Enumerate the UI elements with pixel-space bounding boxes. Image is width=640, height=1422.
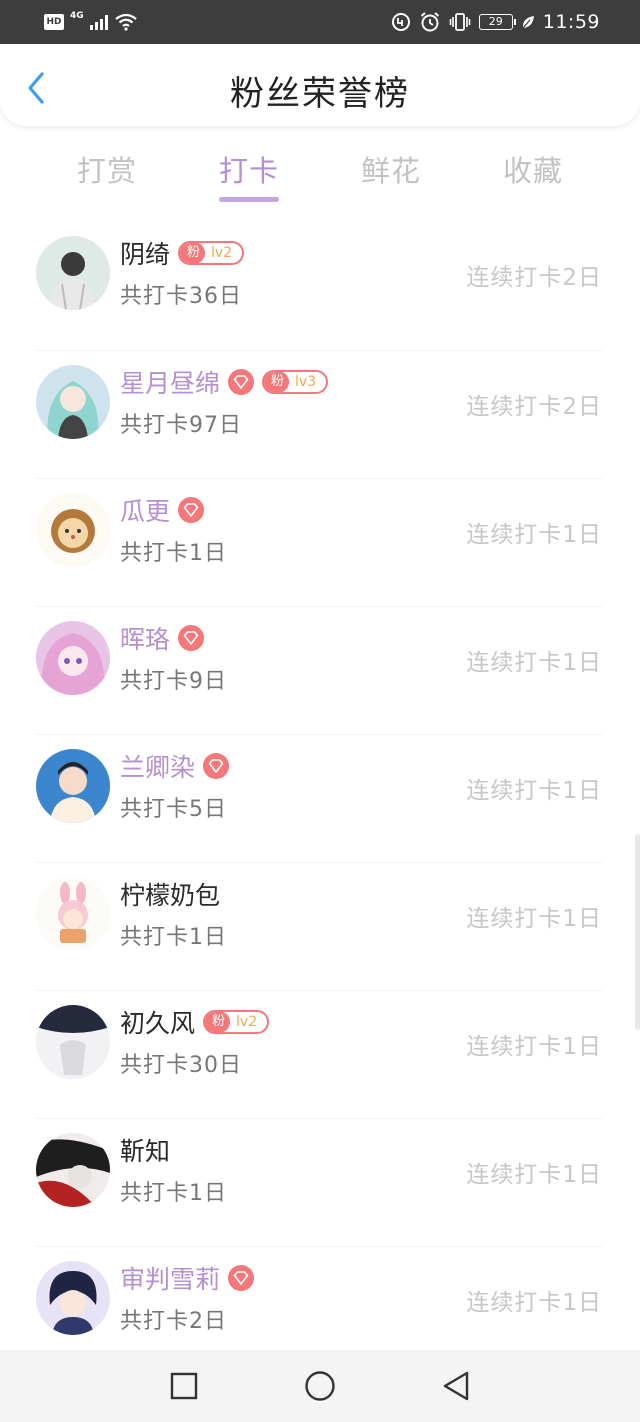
name-line: 审判雪莉: [120, 1260, 255, 1296]
fan-badge-label: 粉: [264, 372, 290, 392]
fan-badge-level: lv3: [295, 374, 317, 390]
list-item[interactable]: 晖珞 共打卡9日 连续打卡1日: [36, 606, 602, 734]
page-title: 粉丝荣誉榜: [230, 74, 410, 114]
fan-list: 阴绮 粉 lv2 共打卡36日 连续打卡2日 星月昼绵 粉 lv3 共打卡97日 连…: [0, 222, 640, 1374]
fan-name[interactable]: 星月昼绵: [120, 364, 220, 400]
avatar[interactable]: [36, 621, 110, 695]
network-type: 4G: [70, 11, 84, 21]
status-bar: HD 4G 29 11:59: [0, 0, 640, 44]
fan-badge-level: lv2: [211, 245, 233, 261]
battery-icon: 29: [478, 14, 516, 30]
clock: 11:59: [542, 11, 600, 33]
fan-name[interactable]: 兰卿染: [120, 748, 195, 784]
tab-checkin[interactable]: 打卡: [178, 140, 320, 204]
name-line: 柠檬奶包: [120, 877, 220, 911]
total-checkin: 共打卡9日: [120, 669, 227, 694]
total-checkin: 共打卡30日: [120, 1053, 242, 1078]
total-checkin: 共打卡36日: [120, 284, 242, 309]
avatar[interactable]: [36, 1005, 110, 1079]
fan-name[interactable]: 阴绮: [120, 235, 170, 271]
circle-icon: [305, 1371, 335, 1401]
streak-checkin: 连续打卡1日: [466, 906, 602, 932]
fan-level-badge: 粉 lv3: [262, 370, 329, 394]
status-right: 29 11:59: [391, 0, 600, 44]
wifi-icon: [114, 13, 138, 31]
streak-checkin: 连续打卡1日: [466, 650, 602, 676]
diamond-icon: [178, 497, 205, 523]
fan-badge-level: lv2: [236, 1014, 258, 1030]
streak-checkin: 连续打卡1日: [466, 1290, 602, 1316]
name-line: 靳知: [120, 1133, 170, 1167]
scrollbar[interactable]: [635, 834, 640, 1030]
tab-flowers[interactable]: 鲜花: [320, 140, 462, 204]
back-nav-button[interactable]: [434, 1364, 478, 1408]
fan-name[interactable]: 初久风: [120, 1004, 195, 1040]
header: 粉丝荣誉榜: [0, 44, 640, 126]
name-line: 阴绮 粉 lv2: [120, 235, 245, 271]
avatar[interactable]: [36, 749, 110, 823]
alarm-icon: [419, 11, 441, 33]
fan-name[interactable]: 晖珞: [120, 620, 170, 656]
streak-checkin: 连续打卡1日: [466, 1162, 602, 1188]
fan-name[interactable]: 审判雪莉: [120, 1260, 220, 1296]
total-checkin: 共打卡5日: [120, 797, 227, 822]
leaf-icon: [521, 14, 535, 30]
total-checkin: 共打卡1日: [120, 541, 227, 566]
streak-checkin: 连续打卡1日: [466, 778, 602, 804]
fan-name[interactable]: 柠檬奶包: [120, 876, 220, 912]
avatar[interactable]: [36, 1133, 110, 1207]
fan-badge-label: 粉: [205, 1012, 231, 1032]
triangle-back-icon: [443, 1371, 469, 1401]
diamond-icon: [203, 753, 230, 779]
list-item[interactable]: 星月昼绵 粉 lv3 共打卡97日 连续打卡2日: [36, 350, 602, 478]
avatar[interactable]: [36, 493, 110, 567]
vibrate-icon: [449, 12, 471, 32]
data-saver-icon: [391, 12, 411, 32]
total-checkin: 共打卡1日: [120, 925, 227, 950]
signal-icon: [89, 14, 108, 30]
list-item[interactable]: 阴绮 粉 lv2 共打卡36日 连续打卡2日: [36, 222, 602, 350]
name-line: 星月昼绵 粉 lv3: [120, 364, 329, 400]
avatar[interactable]: [36, 1261, 110, 1335]
fan-name[interactable]: 靳知: [120, 1132, 170, 1168]
total-checkin: 共打卡1日: [120, 1181, 227, 1206]
fan-level-badge: 粉 lv2: [178, 241, 245, 265]
square-icon: [170, 1372, 198, 1400]
total-checkin: 共打卡2日: [120, 1309, 227, 1334]
diamond-icon: [228, 1265, 255, 1291]
avatar[interactable]: [36, 365, 110, 439]
home-button[interactable]: [298, 1364, 342, 1408]
diamond-icon: [228, 369, 255, 395]
fan-level-badge: 粉 lv2: [203, 1010, 270, 1034]
list-item[interactable]: 柠檬奶包 共打卡1日 连续打卡1日: [36, 862, 602, 990]
fan-name[interactable]: 瓜更: [120, 492, 170, 528]
status-left: HD 4G: [44, 0, 138, 44]
streak-checkin: 连续打卡1日: [466, 522, 602, 548]
diamond-icon: [178, 625, 205, 651]
total-checkin: 共打卡97日: [120, 413, 242, 438]
avatar[interactable]: [36, 877, 110, 951]
streak-checkin: 连续打卡1日: [466, 1034, 602, 1060]
tab-bar: 打赏 打卡 鲜花 收藏: [36, 140, 604, 204]
list-item[interactable]: 初久风 粉 lv2 共打卡30日 连续打卡1日: [36, 990, 602, 1118]
streak-checkin: 连续打卡2日: [466, 265, 602, 291]
name-line: 瓜更: [120, 492, 205, 528]
name-line: 兰卿染: [120, 748, 230, 784]
tab-favorites[interactable]: 收藏: [462, 140, 604, 204]
fan-badge-label: 粉: [180, 243, 206, 263]
avatar[interactable]: [36, 236, 110, 310]
list-item[interactable]: 兰卿染 共打卡5日 连续打卡1日: [36, 734, 602, 862]
name-line: 晖珞: [120, 620, 205, 656]
hd-icon: HD: [44, 14, 64, 30]
name-line: 初久风 粉 lv2: [120, 1004, 270, 1040]
list-item[interactable]: 瓜更 共打卡1日 连续打卡1日: [36, 478, 602, 606]
system-nav-bar: [0, 1350, 640, 1422]
streak-checkin: 连续打卡2日: [466, 394, 602, 420]
recents-button[interactable]: [162, 1364, 206, 1408]
list-item[interactable]: 靳知 共打卡1日 连续打卡1日: [36, 1118, 602, 1246]
tab-reward[interactable]: 打赏: [36, 140, 178, 204]
